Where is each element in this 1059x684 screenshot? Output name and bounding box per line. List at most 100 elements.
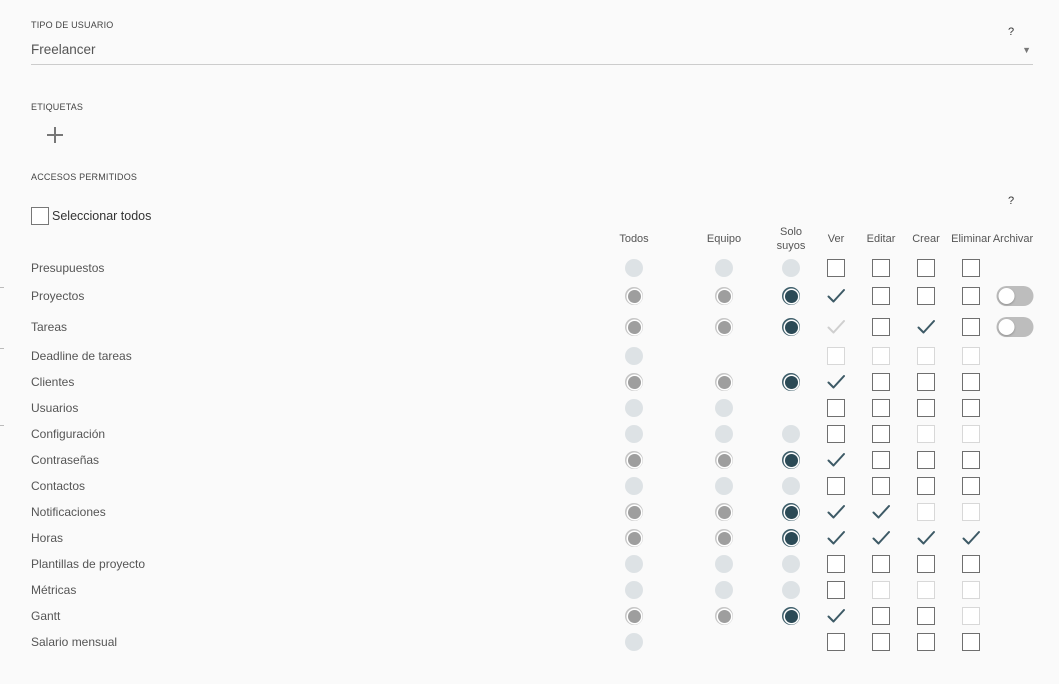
checkbox-eliminar-metricas[interactable] bbox=[962, 581, 980, 599]
checkbox-editar-presupuestos[interactable] bbox=[872, 259, 890, 277]
checkbox-editar-contrasenas[interactable] bbox=[872, 451, 890, 469]
checkbox-crear-configuracion[interactable] bbox=[917, 425, 935, 443]
radio-todos-plantillas-de-proyecto[interactable] bbox=[625, 555, 643, 573]
checkbox-ver-proyectos[interactable] bbox=[827, 287, 845, 305]
checkbox-crear-salario-mensual[interactable] bbox=[917, 633, 935, 651]
checkbox-eliminar-presupuestos[interactable] bbox=[962, 259, 980, 277]
checkbox-editar-salario-mensual[interactable] bbox=[872, 633, 890, 651]
checkbox-crear-contactos[interactable] bbox=[917, 477, 935, 495]
checkbox-eliminar-plantillas-de-proyecto[interactable] bbox=[962, 555, 980, 573]
checkbox-editar-usuarios[interactable] bbox=[872, 399, 890, 417]
radio-solo-contrasenas[interactable] bbox=[782, 451, 800, 469]
radio-todos-contactos[interactable] bbox=[625, 477, 643, 495]
radio-todos-proyectos[interactable] bbox=[625, 287, 643, 305]
radio-todos-contrasenas[interactable] bbox=[625, 451, 643, 469]
radio-todos-deadline-de-tareas[interactable] bbox=[625, 347, 643, 365]
radio-todos-salario-mensual[interactable] bbox=[625, 633, 643, 651]
user-type-help-icon[interactable]: ? bbox=[1008, 26, 1014, 38]
select-all-box[interactable] bbox=[31, 207, 49, 225]
checkbox-crear-deadline-de-tareas[interactable] bbox=[917, 347, 935, 365]
checkbox-editar-horas[interactable] bbox=[872, 529, 890, 547]
radio-equipo-contrasenas[interactable] bbox=[715, 451, 733, 469]
checkbox-ver-contactos[interactable] bbox=[827, 477, 845, 495]
checkbox-crear-proyectos[interactable] bbox=[917, 287, 935, 305]
checkbox-ver-notificaciones[interactable] bbox=[827, 503, 845, 521]
checkbox-editar-gantt[interactable] bbox=[872, 607, 890, 625]
radio-todos-notificaciones[interactable] bbox=[625, 503, 643, 521]
radio-todos-configuracion[interactable] bbox=[625, 425, 643, 443]
radio-todos-metricas[interactable] bbox=[625, 581, 643, 599]
checkbox-eliminar-contrasenas[interactable] bbox=[962, 451, 980, 469]
checkbox-ver-horas[interactable] bbox=[827, 529, 845, 547]
checkbox-crear-tareas[interactable] bbox=[917, 318, 935, 336]
checkbox-ver-plantillas-de-proyecto[interactable] bbox=[827, 555, 845, 573]
radio-solo-contactos[interactable] bbox=[782, 477, 800, 495]
checkbox-eliminar-contactos[interactable] bbox=[962, 477, 980, 495]
checkbox-ver-tareas[interactable] bbox=[827, 318, 845, 336]
radio-equipo-usuarios[interactable] bbox=[715, 399, 733, 417]
toggle-archivar-tareas[interactable] bbox=[996, 317, 1034, 337]
checkbox-editar-clientes[interactable] bbox=[872, 373, 890, 391]
checkbox-eliminar-salario-mensual[interactable] bbox=[962, 633, 980, 651]
checkbox-crear-horas[interactable] bbox=[917, 529, 935, 547]
toggle-archivar-proyectos[interactable] bbox=[996, 286, 1034, 306]
radio-solo-horas[interactable] bbox=[782, 529, 800, 547]
radio-solo-configuracion[interactable] bbox=[782, 425, 800, 443]
checkbox-ver-deadline-de-tareas[interactable] bbox=[827, 347, 845, 365]
radio-equipo-metricas[interactable] bbox=[715, 581, 733, 599]
radio-todos-horas[interactable] bbox=[625, 529, 643, 547]
checkbox-ver-configuracion[interactable] bbox=[827, 425, 845, 443]
checkbox-eliminar-proyectos[interactable] bbox=[962, 287, 980, 305]
radio-todos-gantt[interactable] bbox=[625, 607, 643, 625]
checkbox-eliminar-gantt[interactable] bbox=[962, 607, 980, 625]
checkbox-eliminar-clientes[interactable] bbox=[962, 373, 980, 391]
checkbox-crear-clientes[interactable] bbox=[917, 373, 935, 391]
select-all-checkbox[interactable]: Seleccionar todos bbox=[31, 207, 151, 225]
checkbox-editar-tareas[interactable] bbox=[872, 318, 890, 336]
checkbox-editar-deadline-de-tareas[interactable] bbox=[872, 347, 890, 365]
checkbox-ver-metricas[interactable] bbox=[827, 581, 845, 599]
radio-equipo-presupuestos[interactable] bbox=[715, 259, 733, 277]
checkbox-editar-proyectos[interactable] bbox=[872, 287, 890, 305]
radio-todos-clientes[interactable] bbox=[625, 373, 643, 391]
checkbox-ver-clientes[interactable] bbox=[827, 373, 845, 391]
checkbox-eliminar-horas[interactable] bbox=[962, 529, 980, 547]
checkbox-eliminar-deadline-de-tareas[interactable] bbox=[962, 347, 980, 365]
radio-equipo-gantt[interactable] bbox=[715, 607, 733, 625]
radio-solo-presupuestos[interactable] bbox=[782, 259, 800, 277]
checkbox-ver-contrasenas[interactable] bbox=[827, 451, 845, 469]
radio-solo-plantillas-de-proyecto[interactable] bbox=[782, 555, 800, 573]
radio-equipo-horas[interactable] bbox=[715, 529, 733, 547]
radio-equipo-contactos[interactable] bbox=[715, 477, 733, 495]
checkbox-eliminar-tareas[interactable] bbox=[962, 318, 980, 336]
checkbox-ver-presupuestos[interactable] bbox=[827, 259, 845, 277]
radio-equipo-tareas[interactable] bbox=[715, 318, 733, 336]
plus-icon[interactable] bbox=[44, 124, 66, 146]
checkbox-editar-plantillas-de-proyecto[interactable] bbox=[872, 555, 890, 573]
radio-equipo-proyectos[interactable] bbox=[715, 287, 733, 305]
checkbox-editar-metricas[interactable] bbox=[872, 581, 890, 599]
radio-solo-notificaciones[interactable] bbox=[782, 503, 800, 521]
radio-equipo-configuracion[interactable] bbox=[715, 425, 733, 443]
radio-todos-usuarios[interactable] bbox=[625, 399, 643, 417]
checkbox-editar-notificaciones[interactable] bbox=[872, 503, 890, 521]
radio-solo-proyectos[interactable] bbox=[782, 287, 800, 305]
checkbox-eliminar-notificaciones[interactable] bbox=[962, 503, 980, 521]
checkbox-ver-usuarios[interactable] bbox=[827, 399, 845, 417]
radio-todos-presupuestos[interactable] bbox=[625, 259, 643, 277]
checkbox-editar-contactos[interactable] bbox=[872, 477, 890, 495]
radio-equipo-clientes[interactable] bbox=[715, 373, 733, 391]
checkbox-editar-configuracion[interactable] bbox=[872, 425, 890, 443]
checkbox-crear-metricas[interactable] bbox=[917, 581, 935, 599]
radio-solo-metricas[interactable] bbox=[782, 581, 800, 599]
radio-equipo-notificaciones[interactable] bbox=[715, 503, 733, 521]
checkbox-crear-usuarios[interactable] bbox=[917, 399, 935, 417]
access-help-icon[interactable]: ? bbox=[1008, 195, 1014, 207]
checkbox-eliminar-configuracion[interactable] bbox=[962, 425, 980, 443]
radio-solo-tareas[interactable] bbox=[782, 318, 800, 336]
checkbox-crear-contrasenas[interactable] bbox=[917, 451, 935, 469]
checkbox-crear-plantillas-de-proyecto[interactable] bbox=[917, 555, 935, 573]
checkbox-ver-salario-mensual[interactable] bbox=[827, 633, 845, 651]
radio-todos-tareas[interactable] bbox=[625, 318, 643, 336]
checkbox-eliminar-usuarios[interactable] bbox=[962, 399, 980, 417]
